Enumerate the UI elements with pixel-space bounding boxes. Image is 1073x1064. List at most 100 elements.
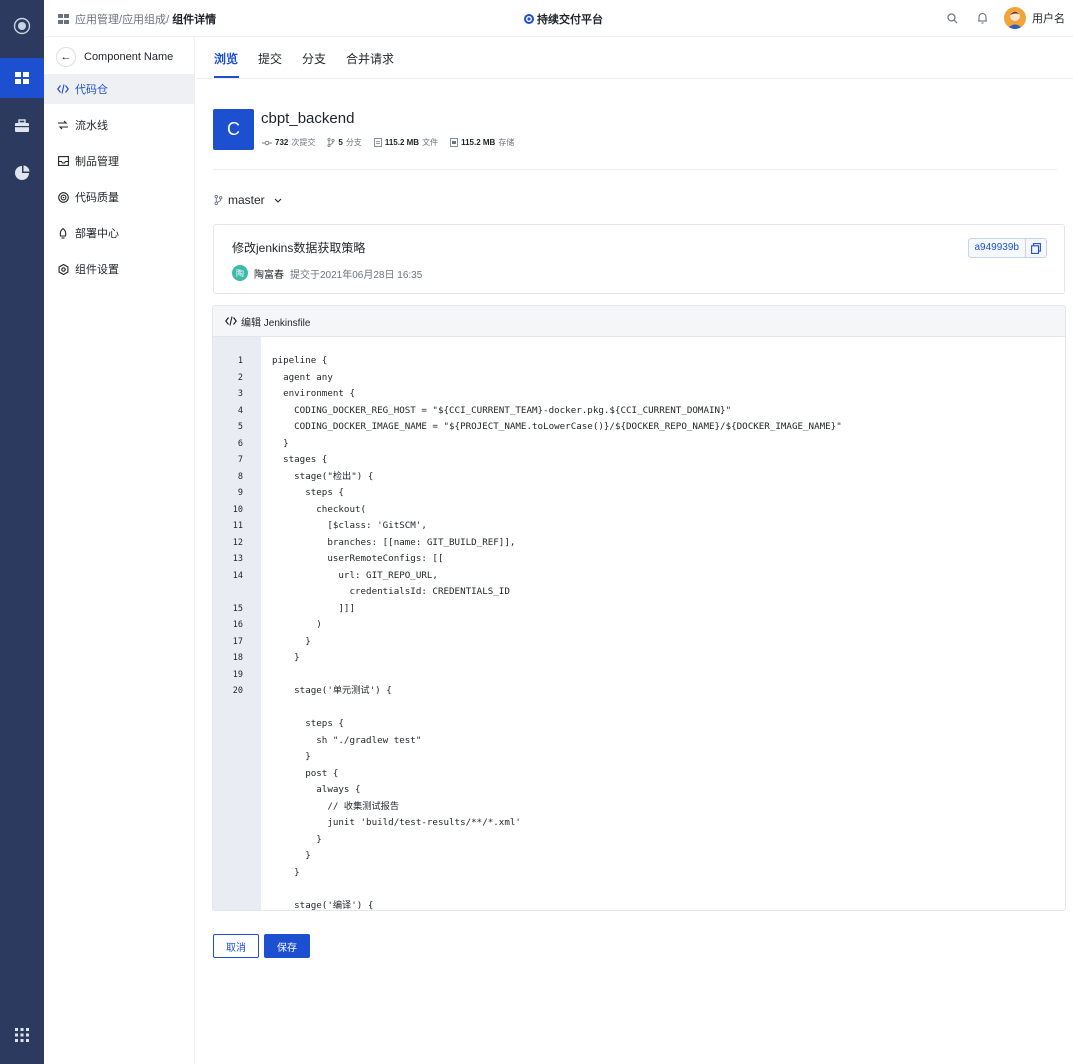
code-line[interactable]: 8 stage("检出") { [213, 469, 1065, 486]
code-line[interactable]: credentialsId: CREDENTIALS_ID [213, 584, 1065, 601]
back-button[interactable]: ← Component Name [56, 47, 173, 67]
code-line[interactable]: 18 } [213, 650, 1065, 667]
stat-branches[interactable]: 5 分支 [327, 137, 362, 148]
stat-storage[interactable]: 115.2 MB 存储 [450, 137, 514, 148]
repo-avatar: C [213, 109, 254, 150]
stat-files[interactable]: 115.2 MB 文件 [373, 137, 438, 148]
code-text: branches: [[name: GIT_BUILD_REF]], [272, 536, 516, 548]
line-number: 10 [232, 504, 243, 515]
code-text: always { [272, 784, 361, 795]
line-number: 15 [232, 603, 243, 614]
breadcrumb-item-app-management[interactable]: 应用管理 [75, 14, 119, 26]
launcher-grid-icon[interactable] [0, 1015, 44, 1055]
editor-header: 编辑 Jenkinsfile [213, 306, 1065, 337]
code-line[interactable]: // 收集测试报告 [213, 799, 1065, 816]
chevron-down-icon [274, 198, 282, 203]
briefcase-icon[interactable] [0, 106, 44, 146]
line-number: 9 [237, 488, 243, 498]
sidebar-item-component-settings[interactable]: 组件设置 [44, 254, 194, 284]
line-number: 3 [237, 389, 243, 399]
code-text: ) [272, 619, 322, 630]
line-number: 8 [237, 471, 243, 482]
code-text: // 收集测试报告 [272, 800, 400, 812]
breadcrumb-item-current: 组件详情 [172, 14, 217, 26]
code-text: checkout( [272, 503, 367, 515]
code-line[interactable]: 14 url: GIT_REPO_URL, [213, 568, 1065, 585]
code-line[interactable]: } [213, 749, 1065, 766]
code-line[interactable] [213, 881, 1065, 898]
code-line[interactable]: 15 ]]] [213, 601, 1065, 618]
commit-meta: 陶 陶富春 提交于2021年06月28日 16:35 [232, 265, 422, 281]
tab-browse[interactable]: 浏览 [214, 50, 238, 67]
code-text: sh "./gradlew test" [272, 734, 422, 746]
sidebar-item-code-repo[interactable]: 代码仓 [44, 74, 194, 104]
code-text: url: GIT_REPO_URL, [272, 569, 438, 581]
sidebar-item-code-quality[interactable]: 代码质量 [44, 182, 194, 212]
code-line[interactable]: 13 userRemoteConfigs: [[ [213, 551, 1065, 568]
code-line[interactable]: 17 } [213, 634, 1065, 651]
code-line[interactable]: junit 'build/test-results/**/*.xml' [213, 815, 1065, 832]
tab-branches[interactable]: 分支 [302, 50, 326, 67]
code-text: stage("检出") { [272, 470, 374, 482]
commit-title[interactable]: 修改jenkins数据获取策略 [232, 239, 365, 256]
code-text: } [272, 751, 311, 762]
code-line[interactable]: steps { [213, 716, 1065, 733]
pie-chart-icon[interactable] [0, 153, 44, 193]
code-line[interactable]: 6 } [213, 436, 1065, 453]
code-text: CODING_DOCKER_REG_HOST = "${CCI_CURRENT_… [272, 404, 732, 416]
code-text: post { [272, 767, 339, 779]
branch-name: master [228, 193, 265, 207]
code-line[interactable]: 7 stages { [213, 452, 1065, 469]
code-line[interactable]: 12 branches: [[name: GIT_BUILD_REF]], [213, 535, 1065, 552]
breadcrumb: 应用管理/应用组成/ 组件详情 [58, 11, 216, 27]
bell-icon[interactable] [974, 10, 990, 26]
commit-hash[interactable]: a949939b [969, 239, 1026, 257]
sidebar-item-pipeline[interactable]: 流水线 [44, 110, 194, 140]
apps-grid-icon[interactable] [0, 58, 44, 98]
user-menu[interactable]: 用户名 [1004, 7, 1065, 29]
code-line[interactable]: } [213, 848, 1065, 865]
sidebar-item-artifacts[interactable]: 制品管理 [44, 146, 194, 176]
code-line[interactable] [213, 700, 1065, 717]
code-line[interactable]: 2 agent any [213, 370, 1065, 387]
code-line[interactable]: 11 [$class: 'GitSCM', [213, 518, 1065, 535]
code-line[interactable]: 1 pipeline { [213, 353, 1065, 370]
code-line[interactable]: 5 CODING_DOCKER_IMAGE_NAME = "${PROJECT_… [213, 419, 1065, 436]
code-line[interactable]: 10 checkout( [213, 502, 1065, 519]
breadcrumb-item-app-composition[interactable]: 应用组成 [122, 14, 166, 26]
save-button[interactable]: 保存 [264, 934, 310, 958]
code-line[interactable]: 16 ) [213, 617, 1065, 634]
code-line[interactable]: stage('编译') { [213, 898, 1065, 911]
code-line[interactable]: post { [213, 766, 1065, 783]
sidebar-item-deploy-center[interactable]: 部署中心 [44, 218, 194, 248]
code-line[interactable]: always { [213, 782, 1065, 799]
cancel-button[interactable]: 取消 [213, 934, 259, 958]
avatar: 陶 [232, 265, 248, 281]
commit-hash-group: a949939b [967, 238, 1047, 258]
tab-commits[interactable]: 提交 [258, 50, 282, 67]
code-text: stages { [272, 454, 328, 465]
logo-icon[interactable] [0, 6, 44, 46]
code-line[interactable]: 9 steps { [213, 485, 1065, 502]
commit-icon [262, 140, 272, 145]
code-line[interactable]: } [213, 865, 1065, 882]
copy-icon[interactable] [1026, 239, 1046, 257]
code-line[interactable]: sh "./gradlew test" [213, 733, 1065, 750]
code-line[interactable]: 3 environment { [213, 386, 1065, 403]
editor-body[interactable]: 1 pipeline {2 agent any 3 environment {4 C… [213, 337, 1065, 911]
code-text: CODING_DOCKER_IMAGE_NAME = "${PROJECT_NA… [272, 421, 842, 432]
code-line[interactable]: 4 CODING_DOCKER_REG_HOST = "${CCI_CURREN… [213, 403, 1065, 420]
code-line[interactable]: } [213, 832, 1065, 849]
code-lines[interactable]: 1 pipeline {2 agent any 3 environment {4 C… [213, 353, 1065, 911]
tab-merge-requests[interactable]: 合并请求 [346, 50, 394, 67]
code-line[interactable]: 20 stage('单元测试') { [213, 683, 1065, 700]
code-text: junit 'build/test-results/**/*.xml' [272, 817, 521, 828]
code-line[interactable]: 19 [213, 667, 1065, 684]
code-text: } [272, 635, 311, 647]
code-text: agent any [272, 371, 333, 383]
branch-selector[interactable]: master [214, 193, 282, 207]
stat-commits[interactable]: 732 次提交 [262, 137, 315, 148]
commit-author[interactable]: 陶富春 [254, 266, 284, 281]
search-icon[interactable] [944, 10, 960, 26]
user-name: 用户名 [1032, 13, 1065, 25]
